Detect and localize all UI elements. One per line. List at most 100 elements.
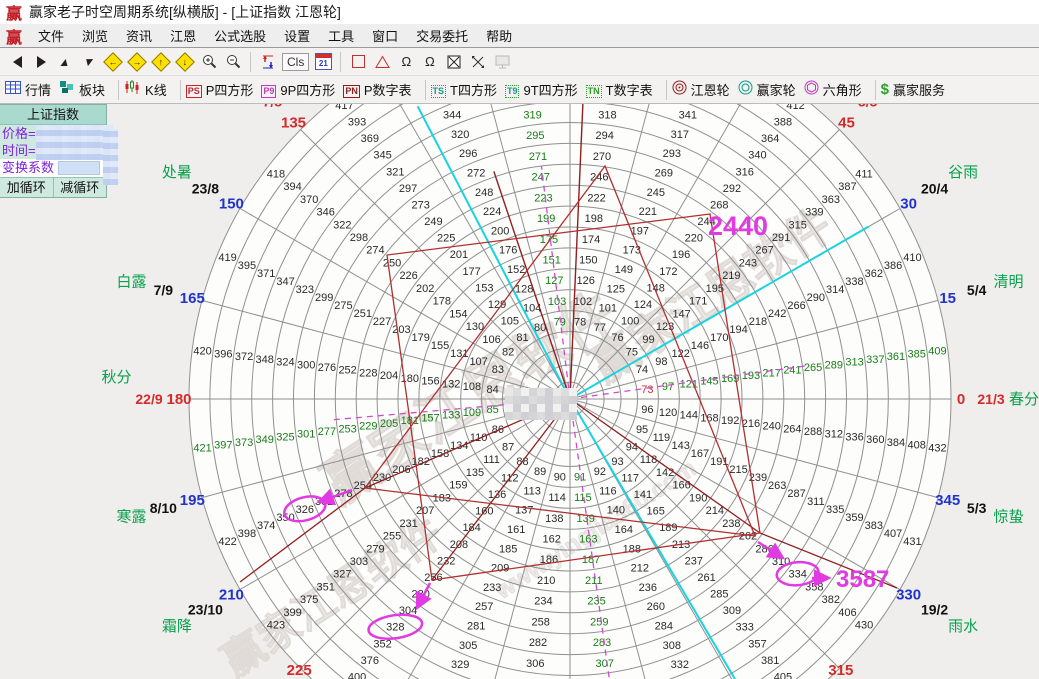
center-redacted xyxy=(529,396,537,404)
square-tool-icon[interactable] xyxy=(348,51,368,73)
wheel-number: 266 xyxy=(787,300,805,312)
menu-item[interactable]: 设置 xyxy=(284,26,310,45)
wheel-number: 376 xyxy=(361,655,379,667)
wheel-number: 73 xyxy=(641,384,653,396)
menu-item[interactable]: 文件 xyxy=(38,26,64,45)
wheel-number: 277 xyxy=(318,426,336,438)
wheel-number: 219 xyxy=(722,270,740,282)
wheel-number: 306 xyxy=(526,658,544,670)
view-button-winner-wheel-icon[interactable]: 赢家轮 xyxy=(738,80,804,100)
menu-item[interactable]: 资讯 xyxy=(126,26,152,45)
diamond-up-icon[interactable]: ↑ xyxy=(151,51,171,73)
menu-item[interactable]: 帮助 xyxy=(486,26,512,45)
pn-badge: PN xyxy=(343,81,360,99)
instrument-panel: 上证指数 价格= 时间= 变换系数 加循环 减循环 xyxy=(0,104,107,198)
zoom-in-icon[interactable] xyxy=(199,51,219,73)
view-button-blocks-icon[interactable]: 板块 xyxy=(59,80,113,99)
wheel-number: 281 xyxy=(467,621,485,633)
wheel-number: 370 xyxy=(300,194,318,206)
rotate-cw-icon[interactable]: Ω xyxy=(396,51,416,73)
menu-item[interactable]: 浏览 xyxy=(82,26,108,45)
wheel-number: 319 xyxy=(523,109,541,121)
diamond-left-icon[interactable]: ← xyxy=(103,51,123,73)
wheel-number: 231 xyxy=(399,518,417,530)
menu-item[interactable]: 公式选股 xyxy=(214,26,266,45)
p9-badge: P9 xyxy=(261,81,276,99)
wheel-number: 411 xyxy=(855,168,873,180)
center-redacted xyxy=(521,388,529,396)
box-x-icon[interactable] xyxy=(444,51,464,73)
kline-icon xyxy=(124,80,141,99)
wheel-number: 242 xyxy=(768,308,786,320)
toolbar-separator xyxy=(666,80,667,100)
wheel-number: 388 xyxy=(774,117,792,129)
diamond-down-icon[interactable]: ↓ xyxy=(175,51,195,73)
view-button-t9-badge[interactable]: T99T四方形 xyxy=(505,80,586,99)
wheel-number: 292 xyxy=(723,183,741,195)
diamond-right-icon[interactable]: → xyxy=(127,51,147,73)
cls-button[interactable]: Cls xyxy=(282,51,309,73)
view-button-ts-badge[interactable]: TST四方形 xyxy=(431,80,505,99)
wheel-number: 315 xyxy=(789,219,807,231)
view-button-gann-wheel-icon[interactable]: 江恩轮 xyxy=(672,80,738,100)
wheel-number: 373 xyxy=(235,437,253,449)
zoom-out-icon[interactable] xyxy=(223,51,243,73)
wheel-number: 199 xyxy=(537,213,555,225)
range-icon[interactable] xyxy=(258,51,278,73)
menu-bar: 赢文件浏览资讯江恩公式选股设置工具窗口交易委托帮助 xyxy=(0,24,1039,48)
wheel-number: 323 xyxy=(296,284,314,296)
nav-right-icon[interactable] xyxy=(31,51,51,73)
wheel-number: 210 xyxy=(537,575,555,587)
toolbar-separator xyxy=(118,80,119,100)
rotate-ccw-icon[interactable]: Ω xyxy=(420,51,440,73)
sub-cycle-button[interactable]: 减循环 xyxy=(54,178,107,197)
calendar-icon[interactable]: 21 xyxy=(313,51,333,73)
menu-item[interactable]: 江恩 xyxy=(170,26,196,45)
view-button-p9-badge[interactable]: P99P四方形 xyxy=(261,80,343,99)
menu-item[interactable]: 窗口 xyxy=(372,26,398,45)
wheel-number: 218 xyxy=(749,316,767,328)
view-button-pn-badge[interactable]: PNP数字表 xyxy=(343,80,419,99)
triangle-tool-icon[interactable] xyxy=(372,51,392,73)
date-label: 22/9 xyxy=(135,391,162,407)
wheel-number: 138 xyxy=(545,513,563,525)
wheel-number: 251 xyxy=(354,308,372,320)
view-button-service-dollar-icon[interactable]: $赢家服务 xyxy=(881,80,953,99)
tn-badge: TN xyxy=(586,81,602,99)
nav-down-icon[interactable]: ▼ xyxy=(79,51,99,73)
cross-arrows-icon[interactable] xyxy=(468,51,488,73)
degree-label: 30 xyxy=(900,196,917,213)
view-button-quote-grid-icon[interactable]: 行情 xyxy=(5,80,59,99)
menu-item[interactable]: 工具 xyxy=(328,26,354,45)
wheel-number: 381 xyxy=(761,655,779,667)
wheel-number: 316 xyxy=(736,166,754,178)
nav-up-icon[interactable]: ▲ xyxy=(55,51,75,73)
view-button-ps-badge[interactable]: PSP四方形 xyxy=(186,80,262,99)
add-cycle-button[interactable]: 加循环 xyxy=(0,178,54,197)
center-redacted xyxy=(529,388,537,396)
view-button-kline-icon[interactable]: K线 xyxy=(124,80,175,99)
view-button-tn-badge[interactable]: TNT数字表 xyxy=(586,80,661,99)
wheel-number: 178 xyxy=(433,296,451,308)
wheel-number: 143 xyxy=(672,440,690,452)
date-label: 5/5 xyxy=(858,104,878,109)
wheel-number: 336 xyxy=(845,431,863,443)
menu-item[interactable]: 交易委托 xyxy=(416,26,468,45)
winner-wheel-icon xyxy=(738,80,753,100)
wheel-number: 223 xyxy=(534,192,552,204)
time-value-redacted xyxy=(103,129,118,185)
wheel-number: 248 xyxy=(475,187,493,199)
board-icon[interactable] xyxy=(492,51,512,73)
nav-left-icon[interactable] xyxy=(7,51,27,73)
wheel-number: 361 xyxy=(887,351,905,363)
view-button-hexagon-icon[interactable]: 六角形 xyxy=(804,80,870,100)
wheel-number: 335 xyxy=(826,504,844,516)
date-label: 7/9 xyxy=(154,282,174,298)
wheel-number: 284 xyxy=(655,621,673,633)
service-dollar-icon: $ xyxy=(881,81,889,99)
wheel-number: 386 xyxy=(884,260,902,272)
wheel-number: 150 xyxy=(579,255,597,267)
coef-input[interactable] xyxy=(58,161,100,175)
solar-term-label: 秋分 xyxy=(102,369,132,386)
wheel-number: 74 xyxy=(636,364,648,376)
